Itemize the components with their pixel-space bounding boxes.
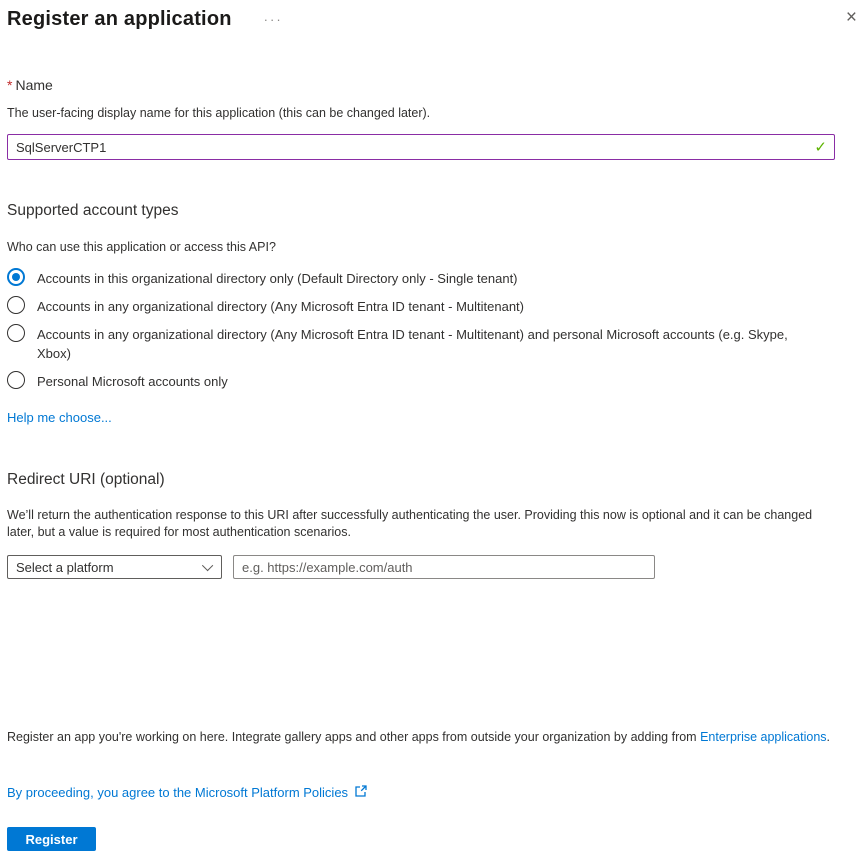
- account-types-heading: Supported account types: [7, 202, 179, 219]
- radio-button-icon[interactable]: [7, 371, 25, 389]
- account-type-option-single-tenant[interactable]: Accounts in this organizational director…: [7, 268, 867, 288]
- name-input[interactable]: [7, 134, 835, 160]
- required-asterisk: *: [7, 77, 13, 93]
- account-type-option-label: Accounts in any organizational directory…: [37, 299, 524, 314]
- redirect-uri-description: We’ll return the authentication response…: [7, 508, 813, 539]
- name-field-description: The user-facing display name for this ap…: [7, 106, 431, 120]
- name-label-text: Name: [15, 77, 53, 93]
- external-link-icon: [354, 784, 368, 801]
- redirect-uri-heading: Redirect URI (optional): [7, 471, 165, 488]
- account-type-option-multitenant-personal[interactable]: Accounts in any organizational directory…: [7, 324, 867, 363]
- account-type-option-label: Accounts in any organizational directory…: [37, 327, 788, 361]
- redirect-uri-input[interactable]: [233, 555, 655, 579]
- account-types-radio-group: Accounts in this organizational director…: [7, 268, 867, 391]
- enterprise-applications-link[interactable]: Enterprise applications: [700, 730, 826, 744]
- account-type-option-label: Accounts in this organizational director…: [37, 271, 518, 286]
- radio-button-icon[interactable]: [7, 268, 25, 286]
- platform-select-dropdown[interactable]: Select a platform: [7, 555, 222, 579]
- more-options-icon[interactable]: ···: [264, 12, 283, 27]
- page-title: Register an application: [7, 8, 232, 30]
- name-field-label: * Name: [7, 77, 867, 93]
- panel-header: Register an application ··· ×: [7, 8, 867, 31]
- close-icon[interactable]: ×: [846, 8, 857, 28]
- account-type-option-label: Personal Microsoft accounts only: [37, 374, 228, 389]
- help-me-choose-link[interactable]: Help me choose...: [7, 410, 112, 425]
- account-types-question: Who can use this application or access t…: [7, 240, 276, 254]
- radio-button-icon[interactable]: [7, 324, 25, 342]
- register-note-prefix: Register an app you're working on here. …: [7, 730, 701, 744]
- redirect-uri-row: Select a platform: [7, 555, 867, 579]
- account-type-option-personal-only[interactable]: Personal Microsoft accounts only: [7, 371, 867, 391]
- register-button[interactable]: Register: [7, 827, 96, 851]
- platform-select-value: Select a platform: [16, 559, 114, 575]
- radio-button-icon[interactable]: [7, 296, 25, 314]
- platform-policies-link[interactable]: By proceeding, you agree to the Microsof…: [7, 785, 348, 800]
- register-note: Register an app you're working on here. …: [7, 730, 867, 744]
- valid-check-icon: ✓: [814, 139, 827, 156]
- register-note-suffix: .: [826, 730, 831, 744]
- name-input-wrap: ✓: [7, 134, 835, 160]
- account-type-option-multitenant[interactable]: Accounts in any organizational directory…: [7, 296, 867, 316]
